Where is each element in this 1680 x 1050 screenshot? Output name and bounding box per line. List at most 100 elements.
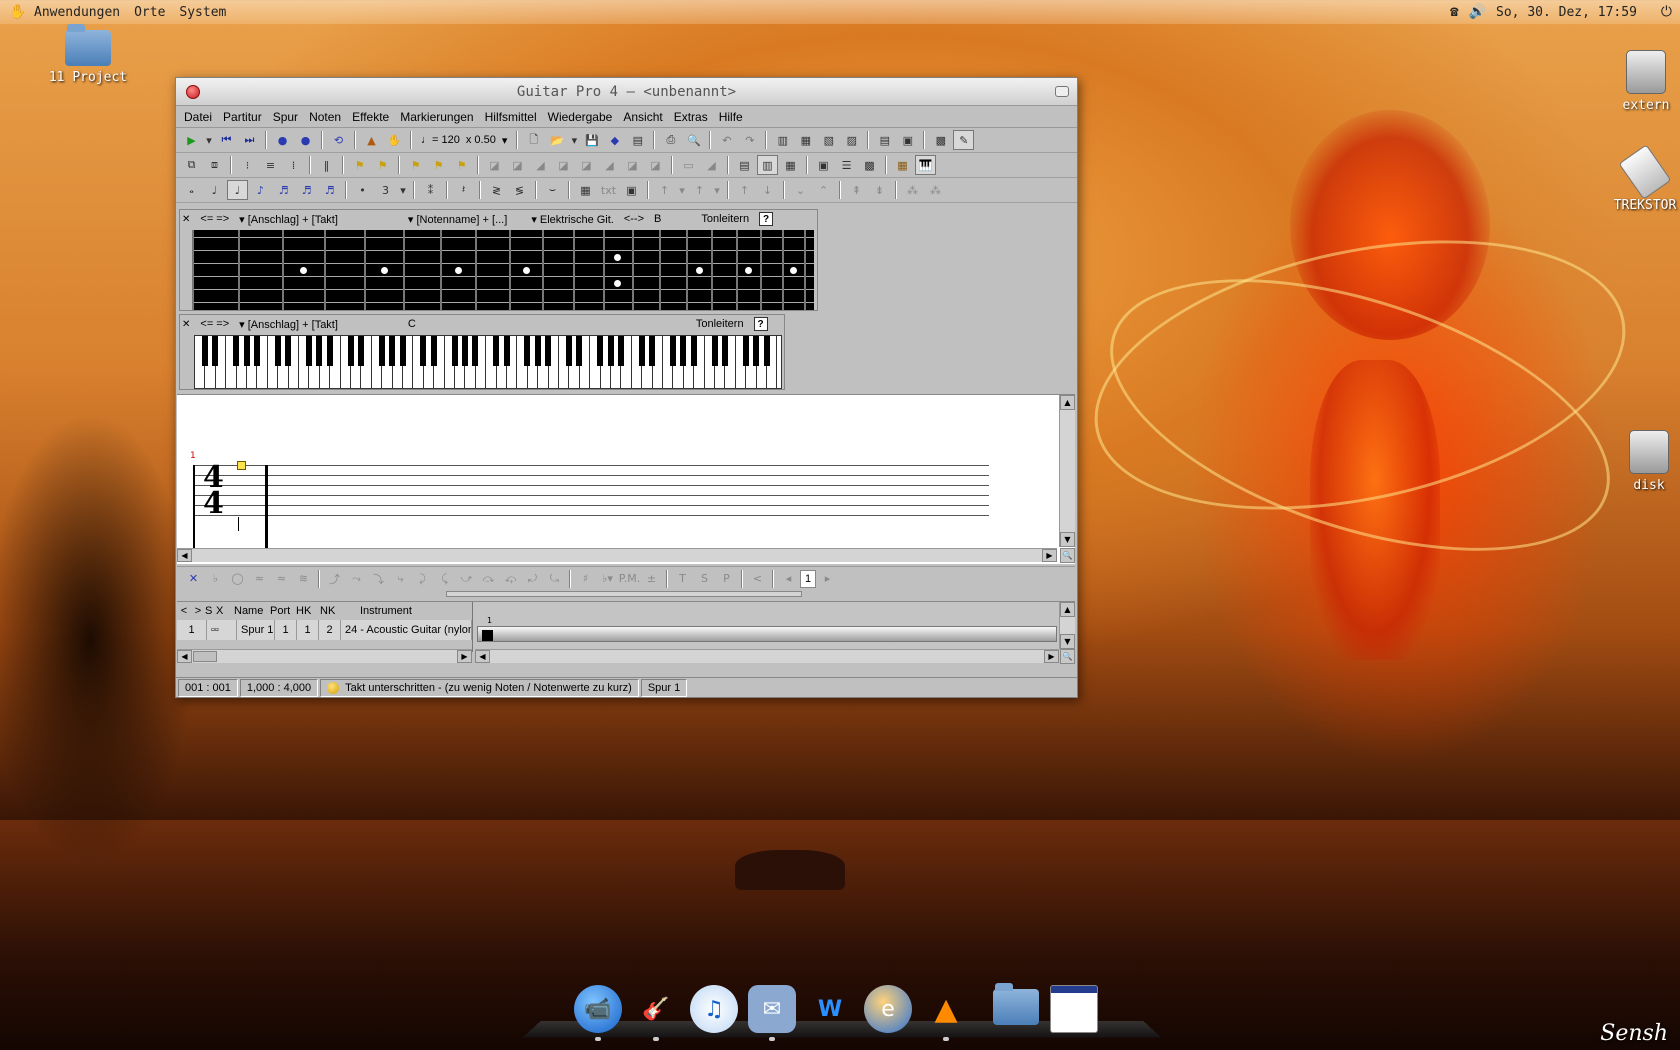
slap-s-icon[interactable]: S — [694, 569, 715, 589]
piano-black-key[interactable] — [638, 336, 645, 366]
piano-black-key[interactable] — [253, 336, 260, 366]
scroll-right-icon[interactable]: ▶ — [1044, 650, 1059, 663]
scroll-right-icon[interactable]: ▶ — [457, 650, 472, 663]
half-note-icon[interactable]: ♩ — [204, 180, 225, 200]
guitar-app-icon[interactable]: 🎸 — [632, 985, 680, 1041]
piano-black-key[interactable] — [201, 336, 208, 366]
marker-prev-icon[interactable]: ⚑ — [405, 155, 426, 175]
piano-black-key[interactable] — [347, 336, 354, 366]
piano-black-key[interactable] — [680, 336, 687, 366]
zoom-score-icon[interactable]: 🔍 — [1060, 548, 1075, 563]
fx-3-icon[interactable]: ◢ — [530, 155, 551, 175]
text-tool-icon[interactable]: txt — [598, 180, 619, 200]
volume-icon[interactable]: 🔊 — [1469, 4, 1486, 20]
page-next-icon[interactable]: ▸ — [817, 569, 838, 589]
scroll-left-icon[interactable]: ◀ — [475, 650, 490, 663]
piano-black-key[interactable] — [690, 336, 697, 366]
trill-icon[interactable]: ⤷ — [390, 569, 411, 589]
piano-black-key[interactable] — [326, 336, 333, 366]
menu-partitur[interactable]: Partitur — [223, 110, 262, 124]
desktop-icon-project[interactable]: 11 Project — [43, 24, 133, 85]
hand-icon[interactable]: ✋ — [384, 130, 405, 150]
close-icon[interactable]: ✕ — [182, 214, 190, 225]
zoom-timeline-icon[interactable]: 🔍 — [1060, 649, 1075, 664]
piano-black-key[interactable] — [357, 336, 364, 366]
dynamics-icon[interactable]: ≷ — [486, 180, 507, 200]
track-nk[interactable]: 2 — [319, 620, 341, 640]
notation-view-icon[interactable]: ▦ — [780, 155, 801, 175]
arpeggio-down-icon[interactable]: ⇟ — [869, 180, 890, 200]
page-screen-icon[interactable]: ▦ — [795, 130, 816, 150]
note-mode-dropdown[interactable]: ▾ [Notenname] + [...] — [408, 213, 507, 226]
menu-extras[interactable]: Extras — [674, 110, 708, 124]
menu-hilfsmittel[interactable]: Hilfsmittel — [485, 110, 537, 124]
marker-icon[interactable]: ⚑ — [349, 155, 370, 175]
track-port[interactable]: 1 — [275, 620, 297, 640]
rasgueado-icon[interactable]: ⁂ — [902, 180, 923, 200]
sixteenth-note-icon[interactable]: ♬ — [273, 180, 294, 200]
guitar-settings-icon[interactable]: ▩ — [859, 155, 880, 175]
fretboard-arrows[interactable]: <--> — [624, 213, 644, 225]
page-vertical-icon[interactable]: ▨ — [841, 130, 862, 150]
piano-black-key[interactable] — [721, 336, 728, 366]
piano-black-key[interactable] — [274, 336, 281, 366]
tap-icon[interactable]: ⤼ — [478, 569, 499, 589]
keyboard-toggle-icon[interactable]: 🎹 — [915, 155, 936, 175]
repeat-open-icon[interactable]: ⁝ — [237, 155, 258, 175]
repeat-close-icon[interactable]: ≡ — [260, 155, 281, 175]
piano-black-key[interactable] — [534, 336, 541, 366]
palm-mute-icon[interactable]: ≋ — [293, 569, 314, 589]
play-dropdown-icon[interactable]: ▾ — [204, 130, 214, 150]
redo-icon[interactable]: ↷ — [739, 130, 760, 150]
pm-icon[interactable]: P.M. — [619, 569, 640, 589]
marker-list-icon[interactable]: ⚑ — [372, 155, 393, 175]
piano-black-key[interactable] — [389, 336, 396, 366]
tremolo-icon[interactable]: ⁂ — [925, 180, 946, 200]
piano-black-key[interactable] — [285, 336, 292, 366]
fx-7-icon[interactable]: ◪ — [622, 155, 643, 175]
piano-black-key[interactable] — [493, 336, 500, 366]
marker-next-icon[interactable]: ⚑ — [428, 155, 449, 175]
dotted-note-icon[interactable]: • — [352, 180, 373, 200]
metronome-tool-icon[interactable]: ▲ — [361, 130, 382, 150]
piano-mode-dropdown[interactable]: ▾ [Anschlag] + [Takt] — [239, 318, 338, 331]
stroke-up-icon[interactable]: ↑ — [734, 180, 755, 200]
piano-key[interactable]: C — [408, 318, 416, 330]
menu-datei[interactable]: Datei — [184, 110, 212, 124]
maximize-button[interactable] — [1055, 86, 1069, 97]
phone-icon[interactable]: ☎ — [1450, 4, 1458, 20]
zoom-icon[interactable]: ▩ — [930, 130, 951, 150]
lr-icon[interactable]: ± — [641, 569, 662, 589]
voice-up-icon[interactable]: ↑ — [654, 180, 675, 200]
tuner-icon[interactable]: ▣ — [813, 155, 834, 175]
tap-t-icon[interactable]: T — [672, 569, 693, 589]
print-icon[interactable]: ⎙ — [660, 130, 681, 150]
loop-icon[interactable]: ⟲ — [328, 130, 349, 150]
page-prev-icon[interactable]: ◂ — [778, 569, 799, 589]
menu-noten[interactable]: Noten — [309, 110, 341, 124]
piano-black-key[interactable] — [461, 336, 468, 366]
track-nav-right-icon[interactable]: > — [191, 605, 205, 617]
menu-markierungen[interactable]: Markierungen — [400, 110, 473, 124]
note-page-icon[interactable]: ▣ — [897, 130, 918, 150]
mail-stamp-icon[interactable]: ✉ — [748, 985, 796, 1041]
menu-spur[interactable]: Spur — [273, 110, 298, 124]
fretboard-nav[interactable]: <= => — [200, 213, 229, 225]
parchment-icon[interactable]: ▧ — [818, 130, 839, 150]
sixty-fourth-note-icon[interactable]: ♬ — [319, 180, 340, 200]
splitter-handle[interactable] — [446, 591, 802, 597]
piano-black-key[interactable] — [753, 336, 760, 366]
desktop-icon-disk[interactable]: disk — [1604, 430, 1680, 493]
piano-black-key[interactable] — [576, 336, 583, 366]
tuplet-icon[interactable]: 3 — [375, 180, 396, 200]
marker-goto-icon[interactable]: ⚑ — [451, 155, 472, 175]
hammer-icon[interactable]: ⤵ — [368, 569, 389, 589]
slide-icon[interactable]: ⤳ — [346, 569, 367, 589]
tab-view-icon[interactable]: ▥ — [757, 155, 778, 175]
fx-2-icon[interactable]: ◪ — [507, 155, 528, 175]
scroll-down-icon[interactable]: ▼ — [1060, 634, 1075, 649]
edit-mode-icon[interactable]: ✎ — [953, 130, 975, 150]
piano-black-key[interactable] — [565, 336, 572, 366]
track-nav-left-icon[interactable]: < — [177, 605, 191, 617]
menu-places[interactable]: Orte — [134, 5, 165, 20]
